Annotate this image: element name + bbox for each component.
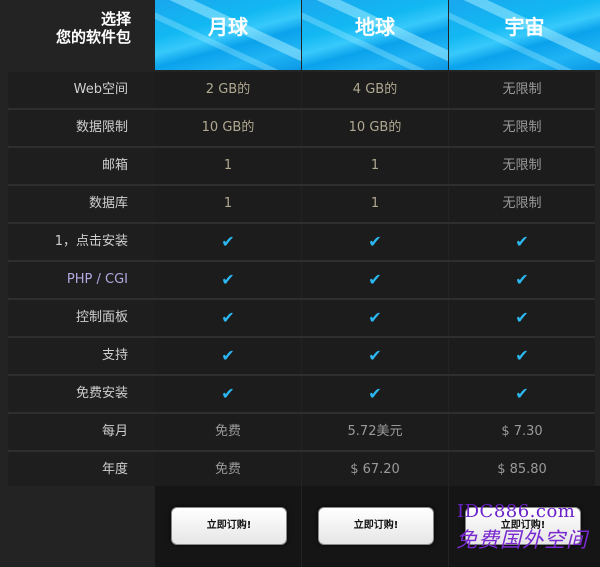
plan-name-cosmos: 宇宙 bbox=[504, 15, 545, 39]
feature-row-web-space: Web空间 2 GB的 4 GB的 无限制 bbox=[0, 72, 600, 108]
price-monthly-moon: 免费 bbox=[155, 414, 301, 450]
feature-label: 1，点击安装 bbox=[8, 224, 155, 260]
feature-label: Web空间 bbox=[8, 72, 155, 108]
feature-row-mailbox: 邮箱 1 1 无限制 bbox=[0, 148, 600, 184]
feature-value-cosmos: 无限制 bbox=[449, 110, 595, 146]
check-icon: ✔ bbox=[155, 262, 301, 298]
title-line-2: 您的软件包 bbox=[55, 28, 131, 46]
feature-row-database: 数据库 1 1 无限制 bbox=[0, 186, 600, 222]
footer-cell-moon: 立即订购! bbox=[155, 486, 301, 567]
check-icon: ✔ bbox=[449, 376, 595, 412]
feature-value-cosmos: 无限制 bbox=[449, 72, 595, 108]
price-annual-cosmos: $ 85.80 bbox=[449, 452, 595, 488]
feature-label: 支持 bbox=[8, 338, 155, 374]
plan-name-moon: 月球 bbox=[208, 15, 248, 39]
feature-label: 数据限制 bbox=[8, 110, 155, 146]
feature-label: 数据库 bbox=[8, 186, 155, 222]
feature-row-data-limit: 数据限制 10 GB的 10 GB的 无限制 bbox=[0, 110, 600, 146]
feature-value-cosmos: 无限制 bbox=[449, 186, 595, 222]
feature-label: PHP / CGI bbox=[8, 262, 155, 298]
feature-value-earth: 1 bbox=[302, 148, 448, 184]
check-icon: ✔ bbox=[155, 376, 301, 412]
feature-value-cosmos: 无限制 bbox=[449, 148, 595, 184]
price-monthly-earth: 5.72美元 bbox=[302, 414, 448, 450]
feature-label: 每月 bbox=[8, 414, 155, 450]
title-line-1: 选择 bbox=[100, 10, 131, 28]
feature-label: 年度 bbox=[8, 452, 155, 488]
feature-row-php-cgi: PHP / CGI ✔ ✔ ✔ bbox=[0, 262, 600, 298]
check-icon: ✔ bbox=[449, 262, 595, 298]
feature-row-monthly: 每月 免费 5.72美元 $ 7.30 bbox=[0, 414, 600, 450]
feature-value-earth: 4 GB的 bbox=[302, 72, 448, 108]
check-icon: ✔ bbox=[302, 262, 448, 298]
choose-package-title: 选择 您的软件包 bbox=[0, 0, 155, 72]
check-icon: ✔ bbox=[302, 224, 448, 260]
price-annual-moon: 免费 bbox=[155, 452, 301, 488]
feature-value-moon: 10 GB的 bbox=[155, 110, 301, 146]
plan-header-moon: 月球 bbox=[155, 0, 301, 70]
feature-value-earth: 10 GB的 bbox=[302, 110, 448, 146]
check-icon: ✔ bbox=[155, 338, 301, 374]
check-icon: ✔ bbox=[449, 300, 595, 336]
pricing-table: 选择 您的软件包 月球 地球 宇宙 Web空间 2 GB的 4 GB的 无限制 … bbox=[0, 0, 600, 567]
check-icon: ✔ bbox=[302, 338, 448, 374]
check-icon: ✔ bbox=[449, 338, 595, 374]
check-icon: ✔ bbox=[302, 376, 448, 412]
feature-row-control-panel: 控制面板 ✔ ✔ ✔ bbox=[0, 300, 600, 336]
feature-value-moon: 1 bbox=[155, 148, 301, 184]
footer-spacer bbox=[0, 486, 155, 567]
check-icon: ✔ bbox=[155, 224, 301, 260]
check-icon: ✔ bbox=[302, 300, 448, 336]
feature-value-earth: 1 bbox=[302, 186, 448, 222]
plan-name-earth: 地球 bbox=[355, 15, 395, 39]
order-now-button-moon[interactable]: 立即订购! bbox=[171, 507, 287, 545]
order-now-button-cosmos[interactable]: 立即订购! bbox=[465, 507, 581, 545]
footer-cell-earth: 立即订购! bbox=[302, 486, 448, 567]
plan-header-cosmos: 宇宙 bbox=[449, 0, 600, 70]
feature-label: 邮箱 bbox=[8, 148, 155, 184]
feature-value-moon: 1 bbox=[155, 186, 301, 222]
feature-row-free-install: 免费安装 ✔ ✔ ✔ bbox=[0, 376, 600, 412]
feature-row-annual: 年度 免费 $ 67.20 $ 85.80 bbox=[0, 452, 600, 488]
price-monthly-cosmos: $ 7.30 bbox=[449, 414, 595, 450]
check-icon: ✔ bbox=[155, 300, 301, 336]
check-icon: ✔ bbox=[449, 224, 595, 260]
price-annual-earth: $ 67.20 bbox=[302, 452, 448, 488]
feature-row-support: 支持 ✔ ✔ ✔ bbox=[0, 338, 600, 374]
feature-row-one-click-install: 1，点击安装 ✔ ✔ ✔ bbox=[0, 224, 600, 260]
plan-header-earth: 地球 bbox=[302, 0, 448, 70]
feature-label: 控制面板 bbox=[8, 300, 155, 336]
feature-value-moon: 2 GB的 bbox=[155, 72, 301, 108]
footer-cell-cosmos: 立即订购! bbox=[449, 486, 600, 567]
order-footer: 立即订购! 立即订购! 立即订购! bbox=[0, 486, 600, 567]
feature-label: 免费安装 bbox=[8, 376, 155, 412]
order-now-button-earth[interactable]: 立即订购! bbox=[318, 507, 434, 545]
